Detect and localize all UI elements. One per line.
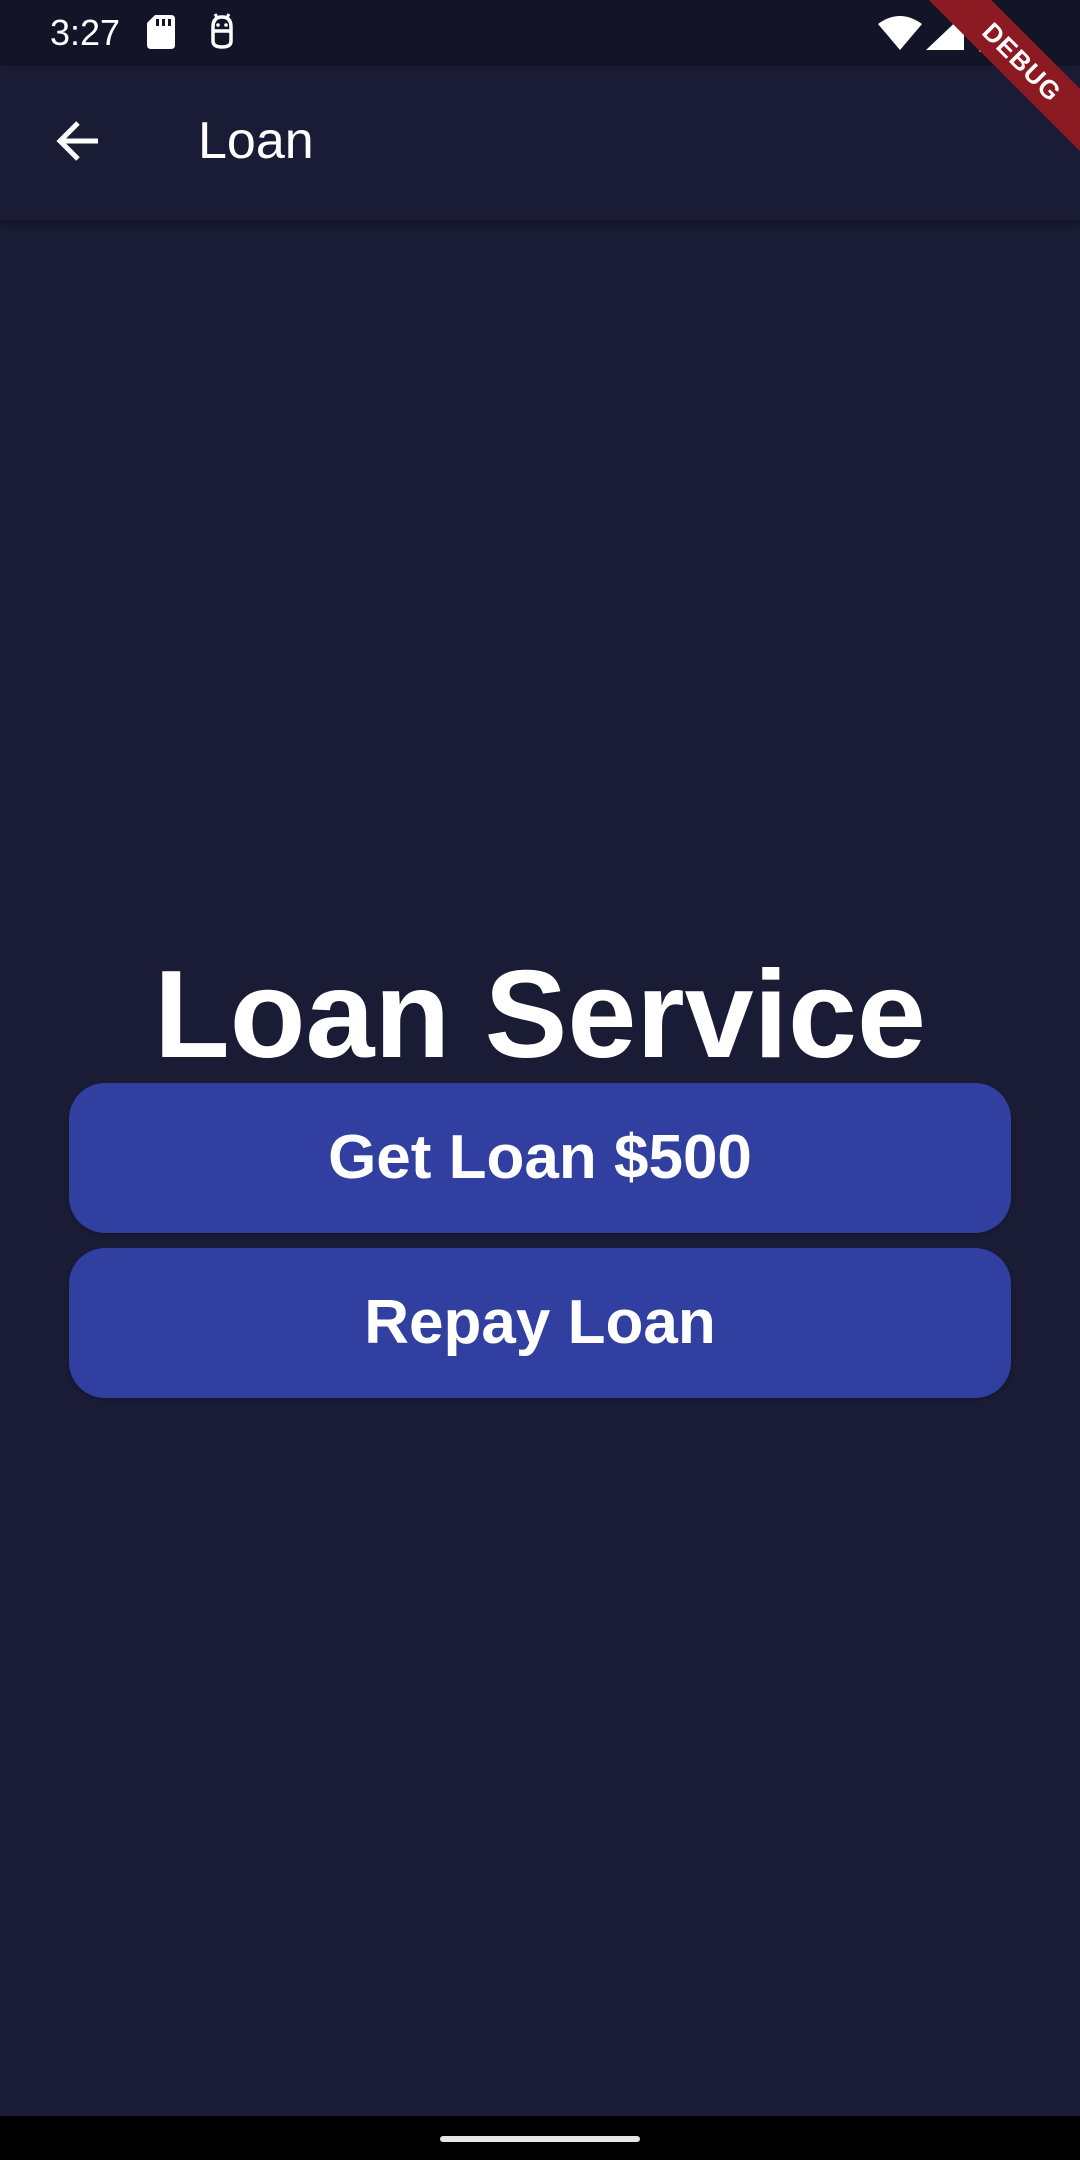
battery-icon: [979, 14, 1001, 52]
repay-loan-button[interactable]: Repay Loan: [69, 1248, 1011, 1398]
wifi-icon: [878, 16, 922, 50]
get-loan-button[interactable]: Get Loan $500: [69, 1083, 1011, 1233]
loan-screen: 3:27 DEBUG Loan Loan Service Get Loan $5…: [0, 0, 1080, 2160]
main-content: Loan Service Get Loan $500 Repay Loan: [0, 220, 1080, 2116]
back-button[interactable]: [34, 99, 122, 187]
app-bar: Loan: [0, 66, 1080, 220]
signal-icon: [926, 14, 964, 50]
home-indicator[interactable]: [440, 2136, 640, 2142]
page-title: Loan Service: [154, 946, 926, 1084]
status-time: 3:27: [50, 12, 121, 53]
app-bar-title: Loan: [198, 112, 314, 170]
debug-android-icon: [205, 13, 239, 51]
status-bar: 3:27: [0, 0, 1080, 66]
sd-card-icon: [147, 15, 175, 49]
navigation-bar: [0, 2116, 1080, 2160]
arrow-back-icon: [54, 117, 102, 170]
